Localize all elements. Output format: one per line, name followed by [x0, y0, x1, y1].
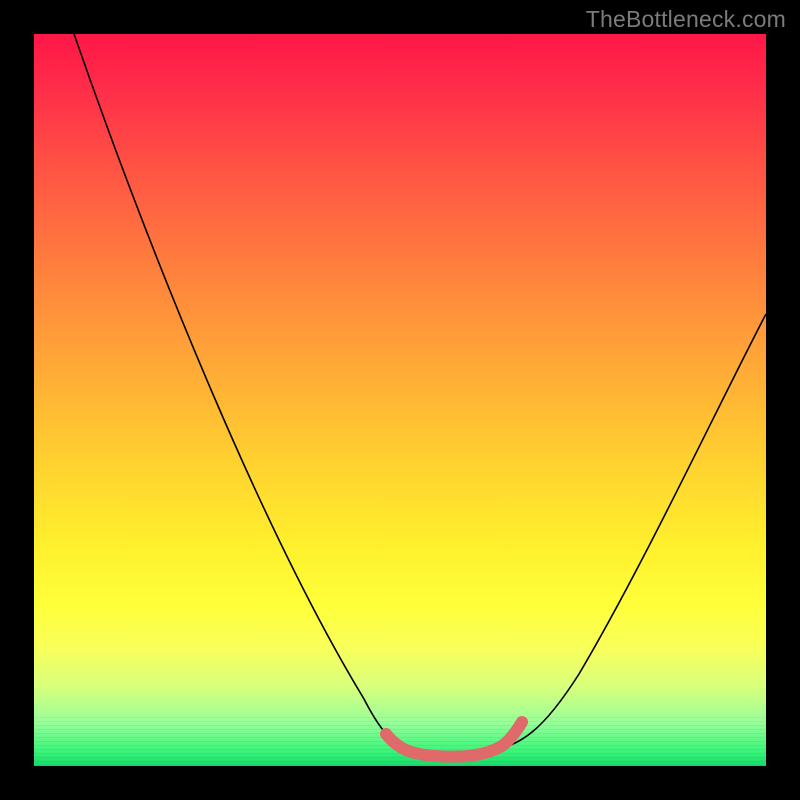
curve-left-branch	[74, 34, 416, 752]
curve-right-branch	[486, 314, 766, 752]
curve-minimum-highlight	[386, 722, 522, 757]
watermark-text: TheBottleneck.com	[586, 6, 786, 33]
chart-plot-area	[34, 34, 766, 766]
bottleneck-curve	[34, 34, 766, 766]
